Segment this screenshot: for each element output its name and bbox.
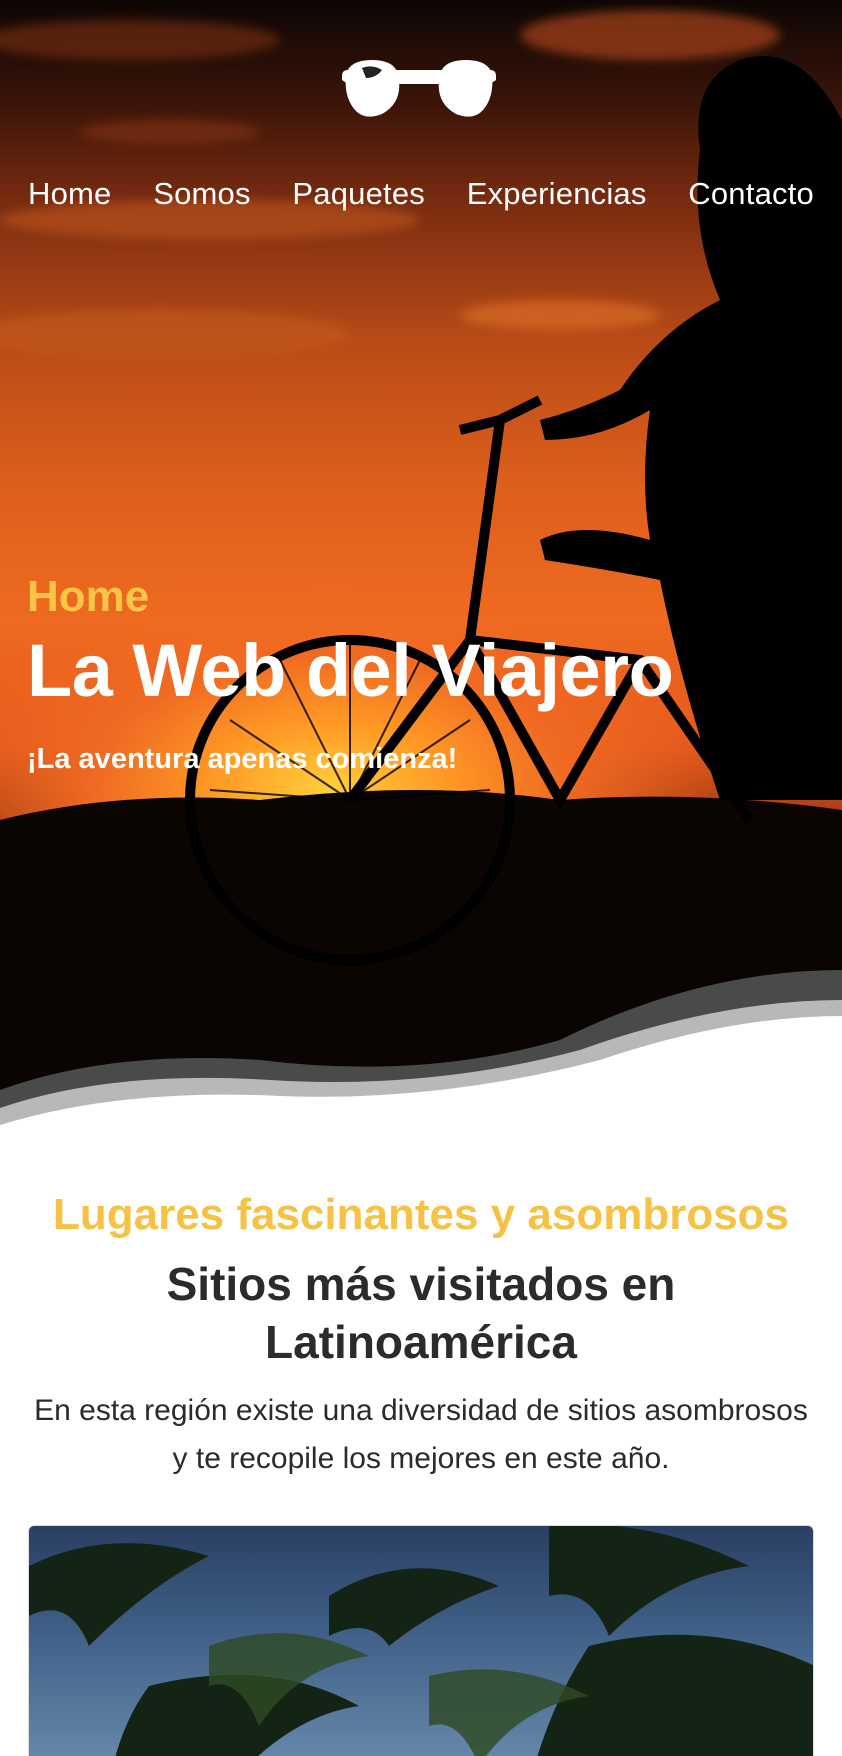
hero-text: Home La Web del Viajero ¡La aventura ape… xyxy=(27,572,674,776)
hero-section: Home Somos Paquetes Experiencias Contact… xyxy=(0,0,842,1130)
nav-item-experiencias[interactable]: Experiencias xyxy=(467,176,647,212)
hero-tagline: ¡La aventura apenas comienza! xyxy=(27,743,458,775)
nav-item-somos[interactable]: Somos xyxy=(153,176,250,212)
hero-eyebrow: Home xyxy=(27,572,150,621)
nav-item-home[interactable]: Home xyxy=(28,176,112,212)
sunglasses-icon xyxy=(342,60,496,117)
nav-item-paquetes[interactable]: Paquetes xyxy=(292,176,425,212)
destination-card-image[interactable] xyxy=(28,1525,814,1756)
wave-divider xyxy=(0,970,842,1130)
section-description: En esta región existe una diversidad de … xyxy=(34,1394,808,1475)
hero-title: La Web del Viajero xyxy=(27,629,674,712)
section-title: Sitios más visitados en Latinoamérica xyxy=(166,1258,676,1368)
palm-trees-image xyxy=(29,1526,813,1756)
nav-item-contacto[interactable]: Contacto xyxy=(688,176,814,212)
section-eyebrow: Lugares fascinantes y asombrosos xyxy=(52,1190,790,1239)
featured-section: Lugares fascinantes y asombrosos Sitios … xyxy=(0,1190,842,1483)
main-nav: Home Somos Paquetes Experiencias Contact… xyxy=(0,176,842,212)
